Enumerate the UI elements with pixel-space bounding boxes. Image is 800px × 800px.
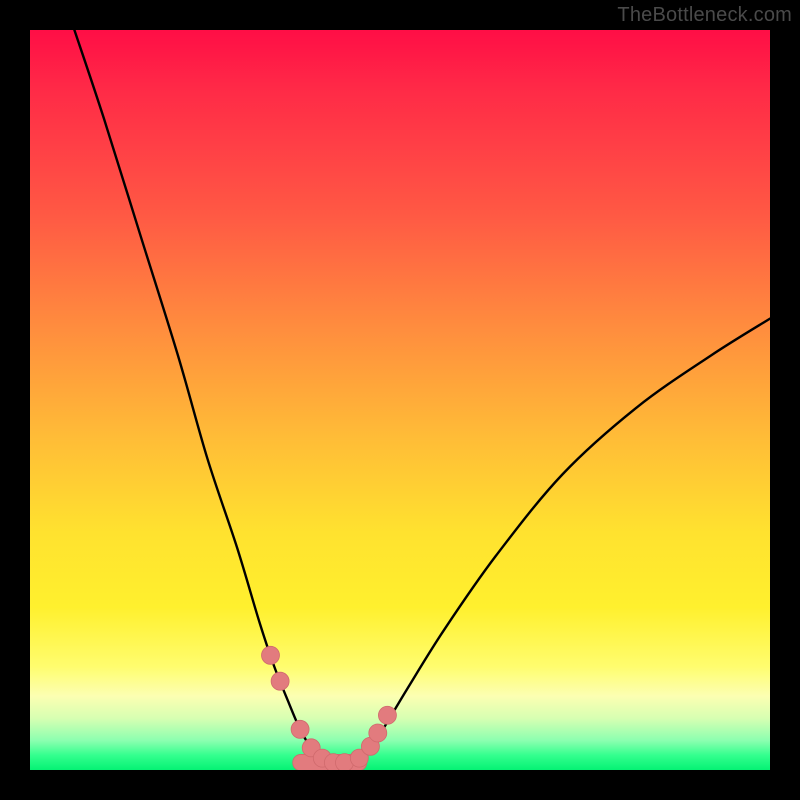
marker-group — [262, 646, 397, 770]
watermark-text: TheBottleneck.com — [617, 4, 792, 27]
plot-area — [30, 30, 770, 770]
curve-right-branch — [348, 319, 770, 763]
marker-point — [291, 720, 309, 738]
curve-group — [74, 30, 770, 763]
marker-point — [262, 646, 280, 664]
marker-point — [369, 724, 387, 742]
curve-left-branch — [74, 30, 333, 763]
marker-point — [378, 706, 396, 724]
marker-point — [271, 672, 289, 690]
chart-overlay — [30, 30, 770, 770]
frame: TheBottleneck.com — [0, 0, 800, 800]
